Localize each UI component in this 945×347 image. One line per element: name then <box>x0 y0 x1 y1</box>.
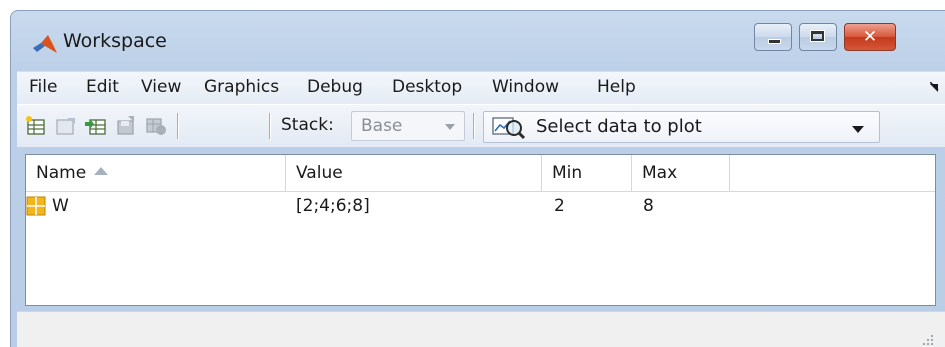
toolbar-separator <box>473 113 474 139</box>
menu-bar: File Edit View Graphics Debug Desktop Wi… <box>17 71 945 104</box>
column-header-min[interactable]: Min <box>542 155 632 191</box>
import-data-icon[interactable] <box>85 116 107 136</box>
table-header: Name Value Min Max <box>26 155 935 192</box>
cell-min: 2 <box>554 196 565 216</box>
maximize-icon <box>810 30 825 42</box>
toolbar-separator <box>177 113 178 139</box>
plot-magnifier-icon <box>492 117 526 140</box>
menu-help[interactable]: Help <box>597 77 636 97</box>
chevron-down-icon <box>445 124 455 130</box>
column-header-label: Max <box>642 163 678 183</box>
plot-selector-label: Select data to plot <box>536 116 702 137</box>
toolbar: Stack: Base Select data to plot <box>17 104 945 147</box>
menu-window[interactable]: Window <box>492 77 559 97</box>
cell-max: 8 <box>643 196 654 216</box>
minimize-icon <box>768 39 781 44</box>
plot-selector-dropdown[interactable]: Select data to plot <box>483 111 880 143</box>
open-variable-icon <box>56 118 75 135</box>
column-header-label: Name <box>36 163 87 183</box>
column-header-name[interactable]: Name <box>26 155 286 191</box>
menu-file[interactable]: File <box>29 77 57 97</box>
toolbar-separator <box>269 113 270 139</box>
status-bar <box>17 311 945 347</box>
column-header-max[interactable]: Max <box>632 155 730 191</box>
undock-arrow-icon[interactable] <box>930 82 940 92</box>
delete-variable-icon <box>146 118 166 135</box>
title-bar[interactable]: Workspace ✕ <box>11 11 945 69</box>
stack-label: Stack: <box>281 115 334 135</box>
resize-grip-icon[interactable] <box>922 334 934 346</box>
stack-value: Base <box>361 116 403 136</box>
menu-view[interactable]: View <box>141 77 181 97</box>
column-header-label: Value <box>296 163 343 183</box>
matlab-logo-icon <box>33 35 57 53</box>
workspace-window: Workspace ✕ File Edit View Graphics Debu… <box>10 10 945 347</box>
cell-name: W <box>52 196 69 216</box>
column-header-value[interactable]: Value <box>286 155 542 191</box>
table-row[interactable]: W [2;4;6;8] 2 8 <box>26 192 935 222</box>
minimize-button[interactable] <box>754 23 792 51</box>
maximize-button[interactable] <box>799 23 837 51</box>
sort-ascending-icon <box>94 167 109 175</box>
new-variable-icon[interactable] <box>25 116 47 136</box>
matrix-variable-icon <box>26 196 46 216</box>
workspace-table: Name Value Min Max W [2;4;6;8] 2 8 <box>25 154 936 306</box>
column-header-label: Min <box>552 163 583 183</box>
cell-value: [2;4;6;8] <box>296 196 370 216</box>
menu-desktop[interactable]: Desktop <box>392 77 462 97</box>
save-workspace-icon <box>117 116 134 135</box>
window-title: Workspace <box>63 30 167 52</box>
close-button[interactable]: ✕ <box>844 23 896 51</box>
close-icon: ✕ <box>862 27 878 47</box>
menu-edit[interactable]: Edit <box>86 77 119 97</box>
menu-graphics[interactable]: Graphics <box>204 77 279 97</box>
stack-dropdown: Base <box>351 111 465 141</box>
menu-debug[interactable]: Debug <box>307 77 363 97</box>
chevron-down-icon[interactable] <box>852 126 864 133</box>
